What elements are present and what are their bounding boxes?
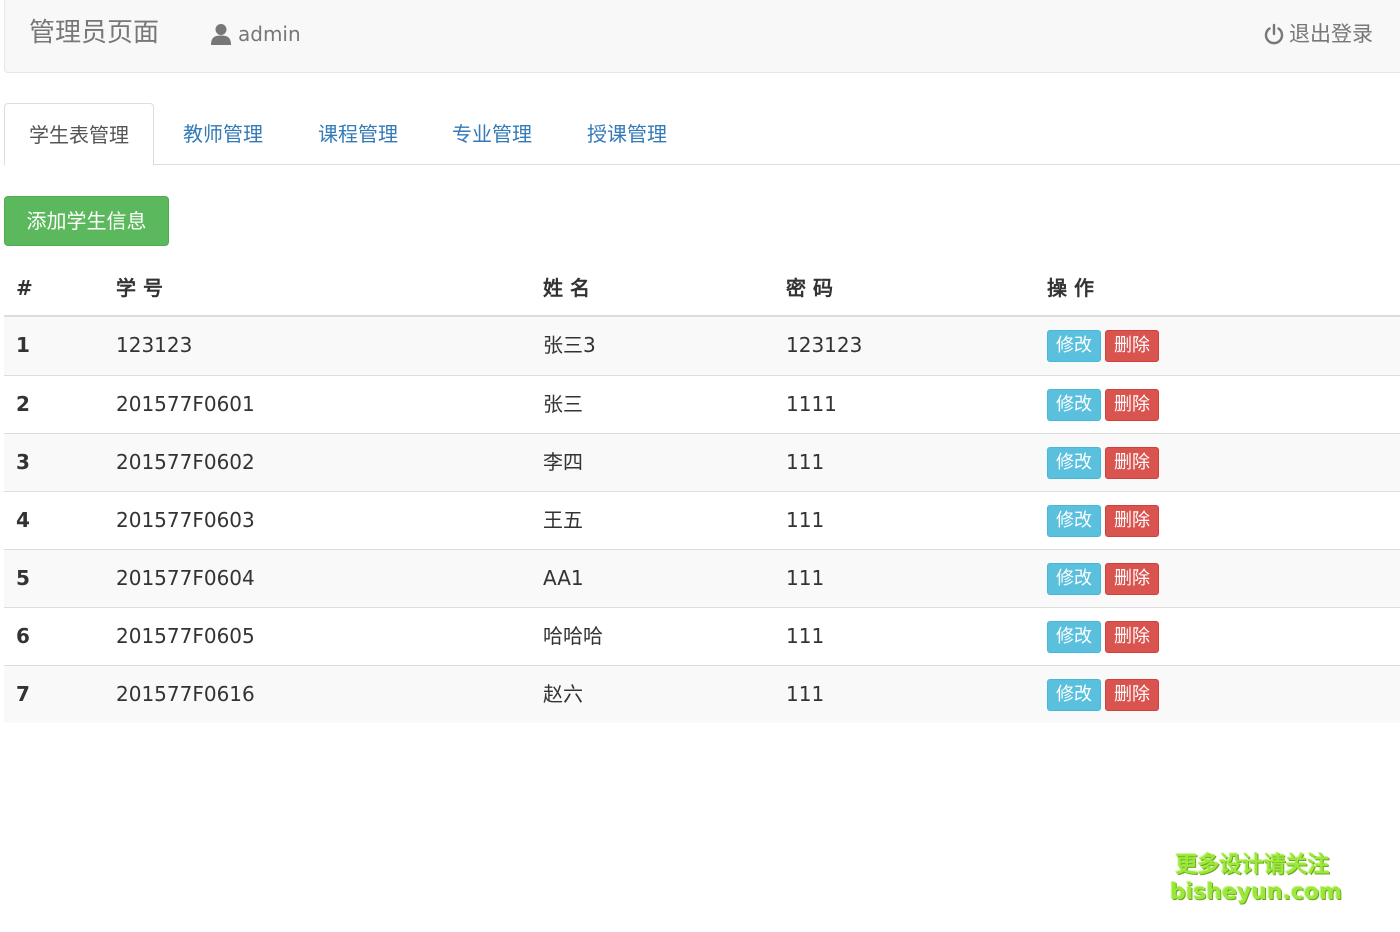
tab-course[interactable]: 课程管理 bbox=[294, 103, 422, 165]
cell-student-id: 201577F0602 bbox=[116, 450, 255, 474]
header-password: 密 码 bbox=[786, 276, 833, 300]
header-actions: 操 作 bbox=[1047, 276, 1094, 300]
cell-password: 111 bbox=[786, 450, 825, 474]
row-actions: 修改 删除 bbox=[1047, 330, 1159, 362]
cell-student-id: 201577F0605 bbox=[116, 624, 255, 648]
watermark-line1: 更多设计请关注 bbox=[1175, 853, 1330, 878]
user-info: admin bbox=[210, 21, 301, 47]
table-row: 7 201577F0616 赵六 111 修改 删除 bbox=[4, 665, 1400, 723]
edit-button[interactable]: 修改 bbox=[1047, 389, 1101, 421]
edit-button[interactable]: 修改 bbox=[1047, 679, 1101, 711]
username: admin bbox=[238, 22, 301, 46]
edit-button[interactable]: 修改 bbox=[1047, 563, 1101, 595]
brand-title[interactable]: 管理员页面 bbox=[29, 17, 159, 49]
cell-password: 111 bbox=[786, 682, 825, 706]
cell-student-id: 201577F0604 bbox=[116, 566, 255, 590]
header-student-id: 学 号 bbox=[116, 276, 163, 300]
watermark-line2: bisheyun.com bbox=[1170, 880, 1343, 905]
cell-name: AA1 bbox=[543, 566, 584, 590]
table-row: 4 201577F0603 王五 111 修改 删除 bbox=[4, 491, 1400, 549]
navbar: 管理员页面 admin 退出登录 bbox=[4, 0, 1400, 73]
table-row: 2 201577F0601 张三 1111 修改 删除 bbox=[4, 375, 1400, 433]
cell-student-id: 201577F0616 bbox=[116, 682, 255, 706]
row-actions: 修改 删除 bbox=[1047, 563, 1159, 595]
tab-teaching[interactable]: 授课管理 bbox=[563, 103, 691, 165]
delete-button[interactable]: 删除 bbox=[1105, 679, 1159, 711]
cell-index: 2 bbox=[16, 392, 30, 416]
cell-name: 王五 bbox=[543, 508, 583, 532]
power-icon bbox=[1264, 23, 1284, 45]
header-index: # bbox=[16, 276, 33, 300]
row-actions: 修改 删除 bbox=[1047, 389, 1159, 421]
cell-student-id: 123123 bbox=[116, 333, 193, 357]
table-header: # 学 号 姓 名 密 码 操 作 bbox=[4, 260, 1400, 317]
cell-index: 4 bbox=[16, 508, 30, 532]
row-actions: 修改 删除 bbox=[1047, 679, 1159, 711]
edit-button[interactable]: 修改 bbox=[1047, 505, 1101, 537]
user-icon bbox=[211, 24, 231, 45]
cell-name: 赵六 bbox=[543, 682, 583, 706]
cell-student-id: 201577F0601 bbox=[116, 392, 255, 416]
delete-button[interactable]: 删除 bbox=[1105, 447, 1159, 479]
cell-name: 李四 bbox=[543, 450, 583, 474]
row-actions: 修改 删除 bbox=[1047, 505, 1159, 537]
cell-password: 111 bbox=[786, 508, 825, 532]
cell-index: 3 bbox=[16, 450, 30, 474]
logout-link[interactable]: 退出登录 bbox=[1263, 21, 1373, 47]
tab-bar: 学生表管理 教师管理 课程管理 专业管理 授课管理 bbox=[4, 103, 1400, 166]
row-actions: 修改 删除 bbox=[1047, 621, 1159, 653]
cell-password: 111 bbox=[786, 624, 825, 648]
tab-teacher[interactable]: 教师管理 bbox=[159, 103, 287, 165]
cell-password: 1111 bbox=[786, 392, 837, 416]
row-actions: 修改 删除 bbox=[1047, 447, 1159, 479]
cell-password: 111 bbox=[786, 566, 825, 590]
cell-index: 6 bbox=[16, 624, 30, 648]
delete-button[interactable]: 删除 bbox=[1105, 621, 1159, 653]
cell-password: 123123 bbox=[786, 333, 863, 357]
delete-button[interactable]: 删除 bbox=[1105, 330, 1159, 362]
logout-label: 退出登录 bbox=[1289, 22, 1373, 46]
header-name: 姓 名 bbox=[543, 276, 590, 300]
cell-name: 张三3 bbox=[543, 333, 596, 357]
table-body: 1 123123 张三3 123123 修改 删除 2 201577F0601 张三 1111 修改… bbox=[4, 317, 1400, 723]
edit-button[interactable]: 修改 bbox=[1047, 330, 1101, 362]
cell-index: 7 bbox=[16, 682, 30, 706]
edit-button[interactable]: 修改 bbox=[1047, 447, 1101, 479]
cell-index: 1 bbox=[16, 333, 30, 357]
cell-name: 张三 bbox=[543, 392, 583, 416]
delete-button[interactable]: 删除 bbox=[1105, 505, 1159, 537]
add-student-button[interactable]: 添加学生信息 bbox=[4, 196, 169, 246]
delete-button[interactable]: 删除 bbox=[1105, 389, 1159, 421]
table-row: 1 123123 张三3 123123 修改 删除 bbox=[4, 317, 1400, 375]
tab-student[interactable]: 学生表管理 bbox=[4, 103, 154, 166]
cell-index: 5 bbox=[16, 566, 30, 590]
edit-button[interactable]: 修改 bbox=[1047, 621, 1101, 653]
cell-name: 哈哈哈 bbox=[543, 624, 603, 648]
tab-major[interactable]: 专业管理 bbox=[428, 103, 556, 165]
watermark: 更多设计请关注 bisheyun.com bbox=[1170, 852, 1343, 906]
table-row: 3 201577F0602 李四 111 修改 删除 bbox=[4, 433, 1400, 491]
delete-button[interactable]: 删除 bbox=[1105, 563, 1159, 595]
cell-student-id: 201577F0603 bbox=[116, 508, 255, 532]
table-row: 6 201577F0605 哈哈哈 111 修改 删除 bbox=[4, 607, 1400, 665]
table-row: 5 201577F0604 AA1 111 修改 删除 bbox=[4, 549, 1400, 607]
student-table: # 学 号 姓 名 密 码 操 作 1 123123 张三3 123123 修改 删除 2 2… bbox=[4, 260, 1400, 723]
